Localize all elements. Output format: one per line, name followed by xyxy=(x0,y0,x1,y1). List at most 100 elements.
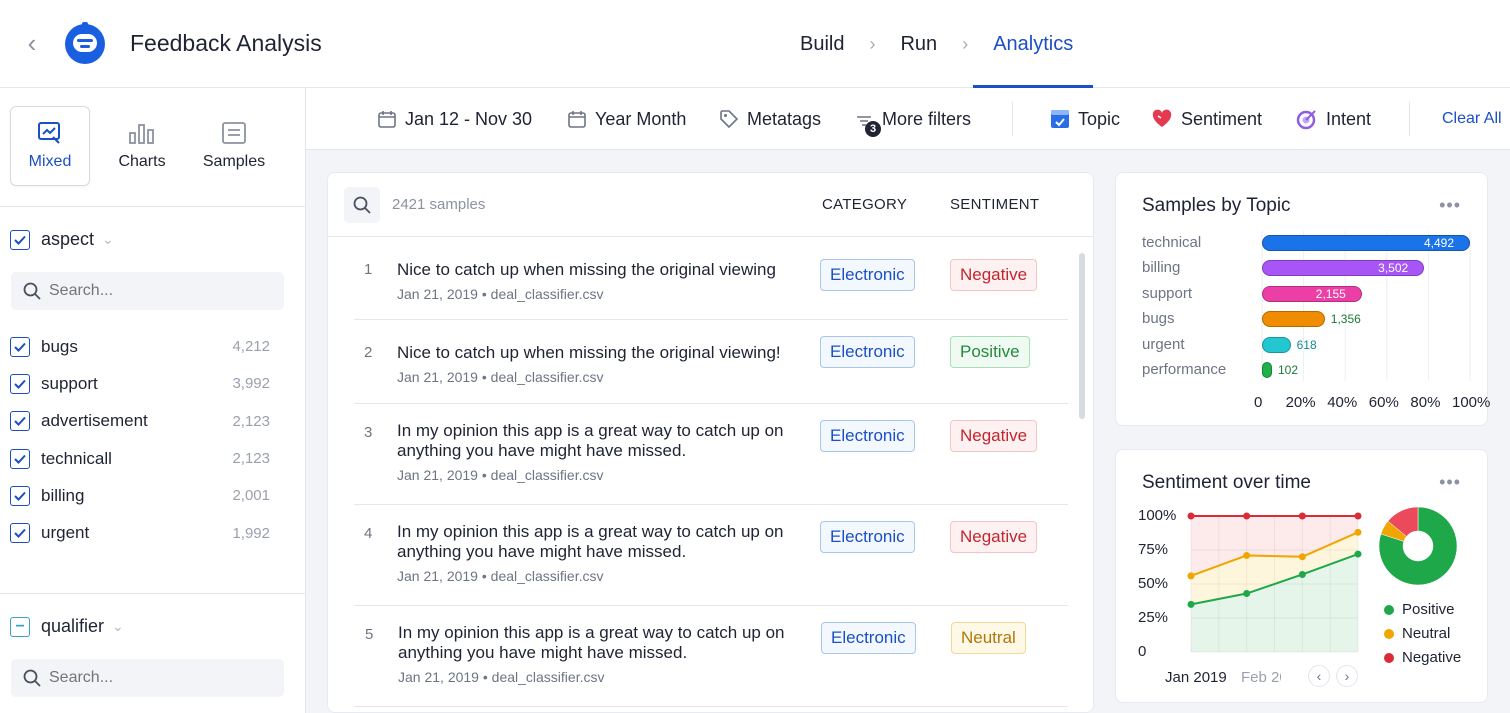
intent-toggle[interactable]: Intent xyxy=(1296,88,1371,150)
filter-item-urgent[interactable]: urgent 1,992 xyxy=(10,514,270,551)
x-tick-label: 80% xyxy=(1410,394,1441,411)
next-period-button[interactable]: › xyxy=(1336,665,1358,687)
aspect-filter-list: bugs 4,212 support 3,992 advertisement 2,12… xyxy=(10,328,270,552)
x-tick-label: Jan 2019 xyxy=(1165,669,1227,686)
filter-item-advertisement[interactable]: advertisement 2,123 xyxy=(10,403,270,440)
sample-meta: Jan 21, 2019 • deal_classifier.csv xyxy=(397,467,604,483)
sentiment-donut-chart xyxy=(1378,506,1458,586)
step-analytics[interactable]: Analytics xyxy=(973,0,1094,88)
filter-item-support[interactable]: support 3,992 xyxy=(10,365,270,402)
bar-value-label: 3,502 xyxy=(1378,261,1409,276)
chevron-down-icon[interactable]: ⌄ xyxy=(102,231,114,248)
legend-neutral: Neutral xyxy=(1384,625,1450,642)
qualifier-checkbox-indeterminate[interactable]: − xyxy=(10,616,30,637)
step-build[interactable]: Build xyxy=(780,0,864,88)
sample-text: In my opinion this app is a great way to… xyxy=(397,522,784,561)
data-point[interactable] xyxy=(1354,528,1362,536)
checkbox[interactable] xyxy=(10,373,30,394)
category-tag[interactable]: Electronic xyxy=(820,521,915,553)
separator xyxy=(1012,102,1013,136)
column-header-sentiment[interactable]: SENTIMENT xyxy=(950,196,1039,213)
row-number: 2 xyxy=(364,344,373,361)
aspect-search[interactable] xyxy=(11,272,284,310)
back-chevron-icon[interactable]: ‹ xyxy=(22,30,42,56)
sentiment-tag[interactable]: Negative xyxy=(950,521,1038,553)
checkbox[interactable] xyxy=(10,485,30,506)
view-tabs: Mixed Charts Samples xyxy=(10,106,286,186)
data-point[interactable] xyxy=(1187,572,1195,580)
topic-bar[interactable] xyxy=(1262,362,1272,378)
checkbox[interactable] xyxy=(10,336,30,357)
data-point[interactable] xyxy=(1243,512,1251,520)
tab-mixed[interactable]: Mixed xyxy=(10,106,90,186)
sample-text: Nice to catch up when missing the origin… xyxy=(397,343,781,362)
granularity-filter[interactable]: Year Month xyxy=(567,88,686,150)
filter-bar: Jan 12 - Nov 30 Year Month Metatags 3 Mo… xyxy=(306,88,1510,150)
prev-period-button[interactable]: ‹ xyxy=(1308,665,1330,687)
clear-all-link[interactable]: Clear All xyxy=(1442,88,1502,150)
data-point[interactable] xyxy=(1354,512,1362,520)
column-header-category[interactable]: CATEGORY xyxy=(822,196,907,213)
scrollbar-thumb[interactable] xyxy=(1079,253,1085,419)
topic-bar[interactable] xyxy=(1262,285,1362,302)
topic-bar[interactable] xyxy=(1262,336,1291,353)
sentiment-tag[interactable]: Positive xyxy=(950,336,1030,368)
table-row[interactable]: 3 In my opinion this app is a great way … xyxy=(354,404,1068,505)
metatags-filter[interactable]: Metatags xyxy=(719,88,821,150)
topic-toggle[interactable]: Topic xyxy=(1050,88,1120,150)
sample-count: 2421 samples xyxy=(392,196,486,213)
data-point[interactable] xyxy=(1187,512,1195,520)
bar-chart-icon xyxy=(129,124,154,144)
search-button[interactable] xyxy=(344,187,380,223)
table-row[interactable]: 1 Nice to catch up when missing the orig… xyxy=(354,237,1068,320)
filter-item-billing[interactable]: billing 2,001 xyxy=(10,477,270,514)
search-icon xyxy=(23,282,41,300)
category-tag[interactable]: Electronic xyxy=(820,420,915,452)
filter-count: 2,123 xyxy=(232,450,270,468)
bar-value-label: 1,356 xyxy=(1330,312,1361,327)
category-tag[interactable]: Electronic xyxy=(820,336,915,368)
tab-samples[interactable]: Samples xyxy=(194,106,274,186)
table-row[interactable]: 2 Nice to catch up when missing the orig… xyxy=(354,320,1068,404)
sentiment-tag[interactable]: Negative xyxy=(950,420,1038,452)
sample-meta: Jan 21, 2019 • deal_classifier.csv xyxy=(397,369,604,385)
table-row[interactable]: 5 In my opinion this app is a great way … xyxy=(354,606,1068,707)
data-point[interactable] xyxy=(1243,551,1251,559)
data-point[interactable] xyxy=(1298,553,1306,561)
filter-item-bugs[interactable]: bugs 4,212 xyxy=(10,328,270,365)
chevron-down-icon[interactable]: ⌄ xyxy=(112,618,124,635)
top-bar: ‹ Feedback Analysis Build › Run › Analyt… xyxy=(0,0,1510,88)
sentiment-toggle[interactable]: Sentiment xyxy=(1151,88,1262,150)
aspect-search-input[interactable] xyxy=(49,282,269,300)
bar-value-label: 4,492 xyxy=(1424,236,1455,250)
filter-item-technicall[interactable]: technicall 2,123 xyxy=(10,440,270,477)
checkbox[interactable] xyxy=(10,448,30,469)
row-number: 1 xyxy=(364,261,373,278)
filter-count: 1,992 xyxy=(232,524,270,542)
data-point[interactable] xyxy=(1243,590,1251,598)
qualifier-search[interactable] xyxy=(11,659,284,697)
checkbox[interactable] xyxy=(10,411,30,432)
sentiment-tag[interactable]: Negative xyxy=(950,259,1038,291)
topic-bar[interactable] xyxy=(1262,311,1325,328)
aspect-group-header[interactable]: aspect ⌄ xyxy=(10,229,114,250)
checkbox[interactable] xyxy=(10,523,30,544)
category-tag[interactable]: Electronic xyxy=(820,259,915,291)
category-tag[interactable]: Electronic xyxy=(821,622,916,654)
aspect-checkbox[interactable] xyxy=(10,229,30,250)
data-point[interactable] xyxy=(1298,512,1306,520)
data-point[interactable] xyxy=(1187,600,1195,608)
sample-meta: Jan 21, 2019 • deal_classifier.csv xyxy=(397,568,604,584)
table-row[interactable]: 4 In my opinion this app is a great way … xyxy=(354,505,1068,606)
tab-charts[interactable]: Charts xyxy=(102,106,182,186)
more-filters-button[interactable]: 3 More filters xyxy=(854,88,971,150)
sample-text: Nice to catch up when missing the origin… xyxy=(397,260,776,279)
data-point[interactable] xyxy=(1298,570,1306,578)
step-run[interactable]: Run xyxy=(880,0,957,88)
qualifier-search-input[interactable] xyxy=(49,669,269,687)
qualifier-group-header[interactable]: − qualifier ⌄ xyxy=(10,616,124,637)
calendar-icon xyxy=(568,111,586,128)
date-range-filter[interactable]: Jan 12 - Nov 30 xyxy=(377,88,532,150)
data-point[interactable] xyxy=(1354,550,1362,558)
sentiment-tag[interactable]: Neutral xyxy=(951,622,1026,654)
